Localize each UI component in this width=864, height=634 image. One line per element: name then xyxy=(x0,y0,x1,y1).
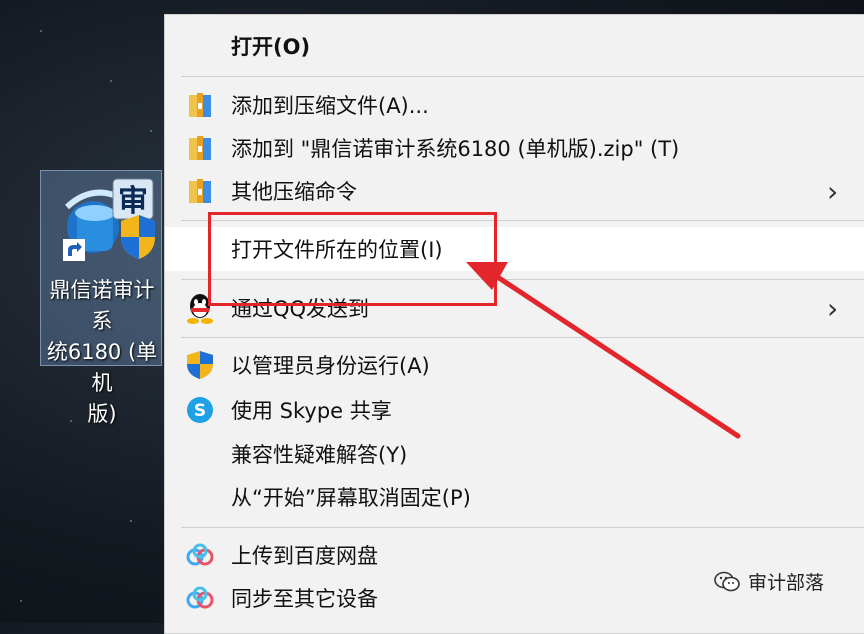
baidu-netdisk-icon xyxy=(183,581,217,615)
menu-item-label: 添加到压缩文件(A)... xyxy=(231,94,429,118)
menu-item-label: 添加到 "鼎信诺审计系统6180 (单机版).zip" (T) xyxy=(231,137,680,161)
baidu-netdisk-icon xyxy=(183,538,217,572)
watermark-text: 审计部落 xyxy=(748,572,825,594)
menu-item-troubleshoot-compat[interactable]: 兼容性疑难解答(Y) xyxy=(165,433,864,475)
archive-icon xyxy=(183,174,217,208)
menu-separator xyxy=(181,337,864,338)
menu-item-share-skype[interactable]: S 使用 Skype 共享 xyxy=(165,389,864,431)
menu-item-label: 打开(O) xyxy=(231,35,311,59)
menu-item-label: 其他压缩命令 xyxy=(231,180,357,204)
shortcut-arrow-icon xyxy=(63,239,85,261)
menu-separator xyxy=(181,76,864,77)
menu-item-label: 兼容性疑难解答(Y) xyxy=(231,443,408,467)
archive-icon xyxy=(183,88,217,122)
archive-icon xyxy=(183,131,217,165)
menu-item-label: 使用 Skype 共享 xyxy=(231,399,392,423)
menu-item-other-compress[interactable]: 其他压缩命令 › xyxy=(165,170,864,212)
menu-item-open[interactable]: 打开(O) xyxy=(165,25,864,67)
desktop-shortcut[interactable]: 审 鼎信诺审计系 统6180 (单机 版) xyxy=(40,170,162,426)
menu-item-label: 同步至其它设备 xyxy=(231,587,378,611)
menu-item-add-to-archive[interactable]: 添加到压缩文件(A)... xyxy=(165,84,864,126)
app-badge-text: 审 xyxy=(118,184,148,219)
menu-item-run-as-admin[interactable]: 以管理员身份运行(A) xyxy=(165,344,864,386)
menu-item-label: 上传到百度网盘 xyxy=(231,544,378,568)
wechat-icon xyxy=(714,571,740,591)
shortcut-label: 鼎信诺审计系 统6180 (单机 版) xyxy=(46,278,158,426)
menu-item-label: 从“开始”屏幕取消固定(P) xyxy=(231,486,471,510)
watermark: 审计部落 xyxy=(714,568,824,595)
chevron-right-icon: › xyxy=(827,174,839,208)
uac-shield-icon xyxy=(183,348,217,382)
context-menu: 打开(O) 添加到压缩文件(A)... 添加到 "鼎信诺审计系统6180 (单机… xyxy=(164,14,864,634)
chevron-right-icon: › xyxy=(827,291,839,325)
svg-text:S: S xyxy=(194,401,206,421)
menu-item-unpin-start[interactable]: 从“开始”屏幕取消固定(P) xyxy=(165,476,864,518)
menu-item-label: 以管理员身份运行(A) xyxy=(231,354,430,378)
annotation-highlight-box xyxy=(208,212,497,306)
skype-icon: S xyxy=(183,393,217,427)
menu-separator xyxy=(181,527,864,528)
menu-item-add-to-zip[interactable]: 添加到 "鼎信诺审计系统6180 (单机版).zip" (T) xyxy=(165,127,864,169)
